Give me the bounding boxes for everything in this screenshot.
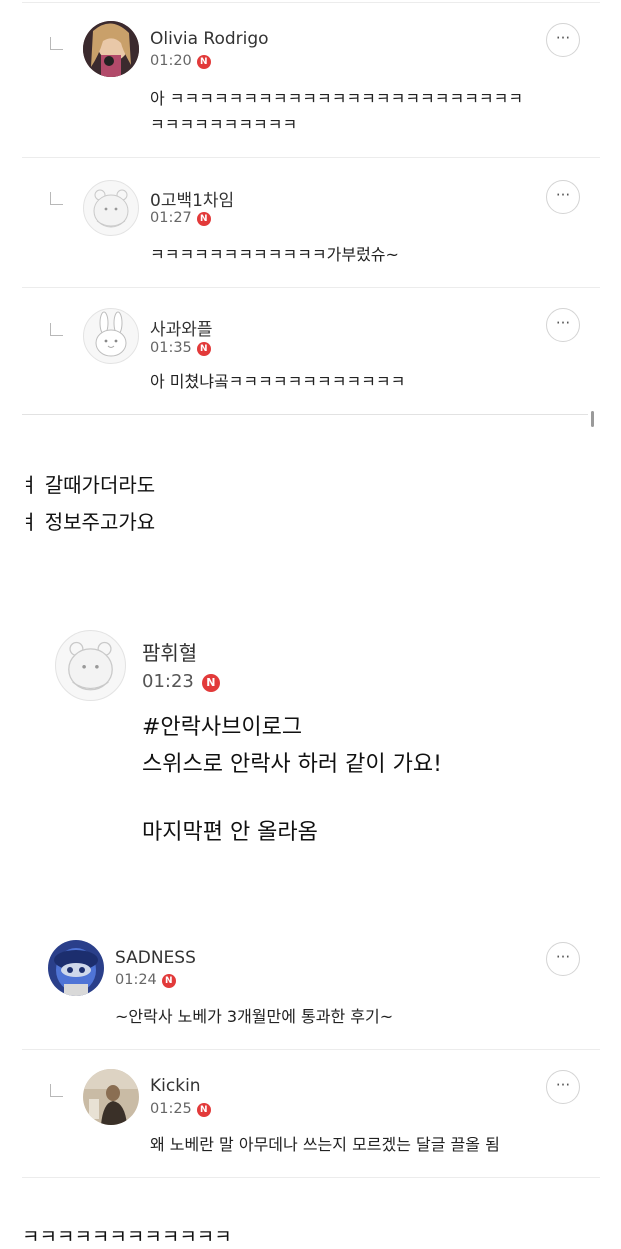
new-badge-icon: N [201, 674, 220, 692]
comment-author[interactable]: SADNESS [115, 948, 196, 968]
new-badge-icon: N [196, 342, 211, 356]
avatar[interactable] [55, 630, 126, 701]
avatar[interactable] [48, 940, 104, 996]
comment-author[interactable]: Kickin [150, 1076, 201, 1096]
comment-time: 01:20 N [150, 53, 211, 69]
reply-indent-icon [50, 1084, 63, 1097]
new-badge-icon: N [196, 55, 211, 69]
comment-text: ㅋㅋㅋㅋㅋㅋㅋㅋㅋㅋㅋㅋ가부렀슈~ [150, 245, 399, 264]
comment-text: 아 ㅋㅋㅋㅋㅋㅋㅋㅋㅋㅋㅋㅋㅋㅋㅋㅋㅋㅋㅋㅋㅋㅋㅋㅋ [150, 89, 524, 108]
more-options-button[interactable]: ··· [546, 23, 580, 57]
comment-author[interactable]: Olivia Rodrigo [150, 29, 269, 49]
new-badge-icon: N [196, 1103, 211, 1117]
more-options-button[interactable]: ··· [546, 942, 580, 976]
post-body-line: #안락사브이로그 [142, 715, 303, 740]
reply-indent-icon [50, 323, 63, 336]
body-text-line: ㅕ 정보주고가요 [20, 510, 156, 534]
post-body-line: 스위스로 안락사 하러 같이 가요! [142, 752, 442, 777]
new-badge-icon: N [161, 974, 176, 988]
comment-text: 왜 노베란 말 아무데나 쓰는지 모르겠는 달글 끌올 됨 [150, 1135, 500, 1154]
reply-indent-icon [50, 37, 63, 50]
comment-time: 01:24 N [115, 972, 176, 988]
avatar[interactable] [83, 180, 139, 236]
more-options-button[interactable]: ··· [546, 180, 580, 214]
comment-text: ㅋㅋㅋㅋㅋㅋㅋㅋㅋㅋ [150, 115, 298, 134]
avatar[interactable] [83, 1069, 139, 1125]
comment-time: 01:25 N [150, 1101, 211, 1117]
comment-author[interactable]: 0고백1차임 [150, 186, 234, 211]
comment-time: 01:27 N [150, 210, 211, 226]
reply-indent-icon [50, 192, 63, 205]
comment-text: ~안락사 노베가 3개월만에 통과한 후기~ [115, 1007, 394, 1026]
more-options-button[interactable]: ··· [546, 1070, 580, 1104]
body-text-line: ㅋㅋㅋㅋㅋㅋㅋㅋㅋㅋㅋㅋ [22, 1226, 232, 1248]
comment-time: 01:35 N [150, 340, 211, 356]
avatar[interactable] [83, 21, 139, 77]
body-text-line: ㅕ 갈때가더라도 [20, 473, 156, 497]
comment-text: 아 미쳤냐곸ㅋㅋㅋㅋㅋㅋㅋㅋㅋㅋㅋㅋ [150, 372, 406, 391]
post-body-line: 마지막편 안 올라옴 [142, 820, 318, 845]
new-badge-icon: N [196, 212, 211, 226]
avatar[interactable] [83, 308, 139, 364]
post-time: 01:23 N [142, 671, 220, 692]
more-options-button[interactable]: ··· [546, 308, 580, 342]
post-author[interactable]: 팜휘혈 [142, 637, 197, 666]
comment-author[interactable]: 사과와플 [150, 315, 213, 340]
scrollbar-thumb[interactable] [591, 411, 594, 427]
